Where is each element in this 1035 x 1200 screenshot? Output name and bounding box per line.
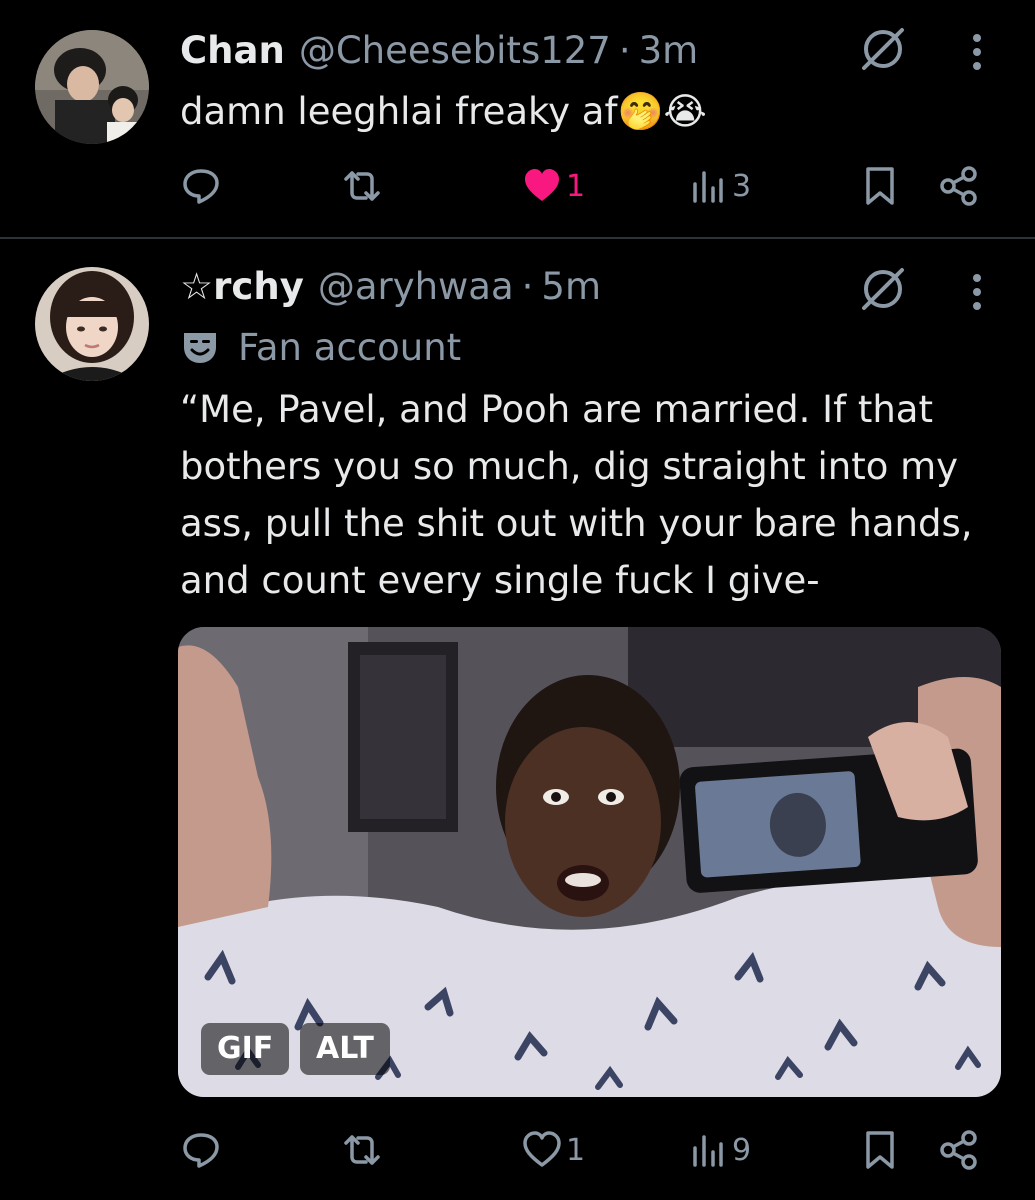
post-text: damn leeghlai freaky af🤭😭 [180, 90, 707, 133]
post-header: ☆rchy @aryhwaa · 5m [180, 262, 601, 312]
heart-icon [523, 1131, 561, 1167]
gif-media[interactable]: GIF ALT [178, 627, 1001, 1097]
heart-icon [525, 169, 559, 201]
retweet-icon [344, 1135, 380, 1165]
grok-icon[interactable] [856, 262, 910, 316]
post-timestamp[interactable]: 3m [639, 26, 699, 76]
username-handle[interactable]: @Cheesebits127 [299, 26, 611, 76]
share-button[interactable] [938, 1125, 980, 1175]
like-count: 1 [566, 1132, 586, 1168]
separator-dot: · [618, 29, 631, 72]
bookmark-icon [866, 1131, 894, 1169]
display-name[interactable]: ☆rchy [180, 262, 304, 312]
post-timestamp[interactable]: 5m [541, 262, 601, 312]
bookmark-button[interactable] [862, 161, 898, 211]
display-name[interactable]: Chan [180, 26, 285, 76]
alt-text-button[interactable]: ALT [300, 1023, 390, 1075]
avatar[interactable] [35, 30, 149, 144]
reply-button[interactable] [180, 1125, 222, 1175]
like-button[interactable]: 1 [522, 1125, 585, 1175]
tweet-divider [0, 237, 1035, 239]
grok-icon[interactable] [856, 22, 910, 76]
view-count: 3 [732, 168, 752, 204]
reply-button[interactable] [180, 161, 222, 211]
like-count: 1 [566, 168, 586, 204]
separator-dot: · [521, 265, 534, 308]
views-button[interactable]: 3 [688, 161, 751, 211]
post-text: “Me, Pavel, and Pooh are married. If tha… [180, 388, 973, 602]
post-header: Chan @Cheesebits127 · 3m [180, 26, 698, 76]
action-bar: 1 3 [180, 161, 1000, 211]
action-bar: 1 9 [180, 1125, 1000, 1175]
repost-button[interactable] [340, 161, 384, 211]
like-button[interactable]: 1 [522, 161, 585, 211]
view-count: 9 [732, 1132, 752, 1168]
gif-badge: GIF [201, 1023, 290, 1075]
bookmark-button[interactable] [862, 1125, 898, 1175]
share-button[interactable] [938, 161, 980, 211]
mask-icon [184, 333, 216, 363]
account-label[interactable]: Fan account [180, 322, 461, 372]
views-icon [693, 171, 723, 203]
share-icon [940, 1130, 977, 1170]
repost-button[interactable] [340, 1125, 384, 1175]
tweet[interactable]: Chan @Cheesebits127 · 3m damn leeghlai f… [0, 0, 1035, 238]
share-icon [940, 166, 977, 206]
views-button[interactable]: 9 [688, 1125, 751, 1175]
reply-icon [183, 169, 219, 204]
retweet-icon [344, 171, 380, 201]
username-handle[interactable]: @aryhwaa [318, 262, 514, 312]
account-label-text: Fan account [238, 325, 462, 369]
tweet[interactable]: ☆rchy @aryhwaa · 5m Fan account “Me, Pav… [0, 240, 1035, 1200]
reply-icon [183, 1133, 219, 1168]
bookmark-icon [866, 167, 894, 205]
more-icon[interactable] [962, 30, 992, 74]
avatar[interactable] [35, 267, 149, 381]
views-icon [693, 1135, 723, 1167]
more-icon[interactable] [962, 270, 992, 314]
